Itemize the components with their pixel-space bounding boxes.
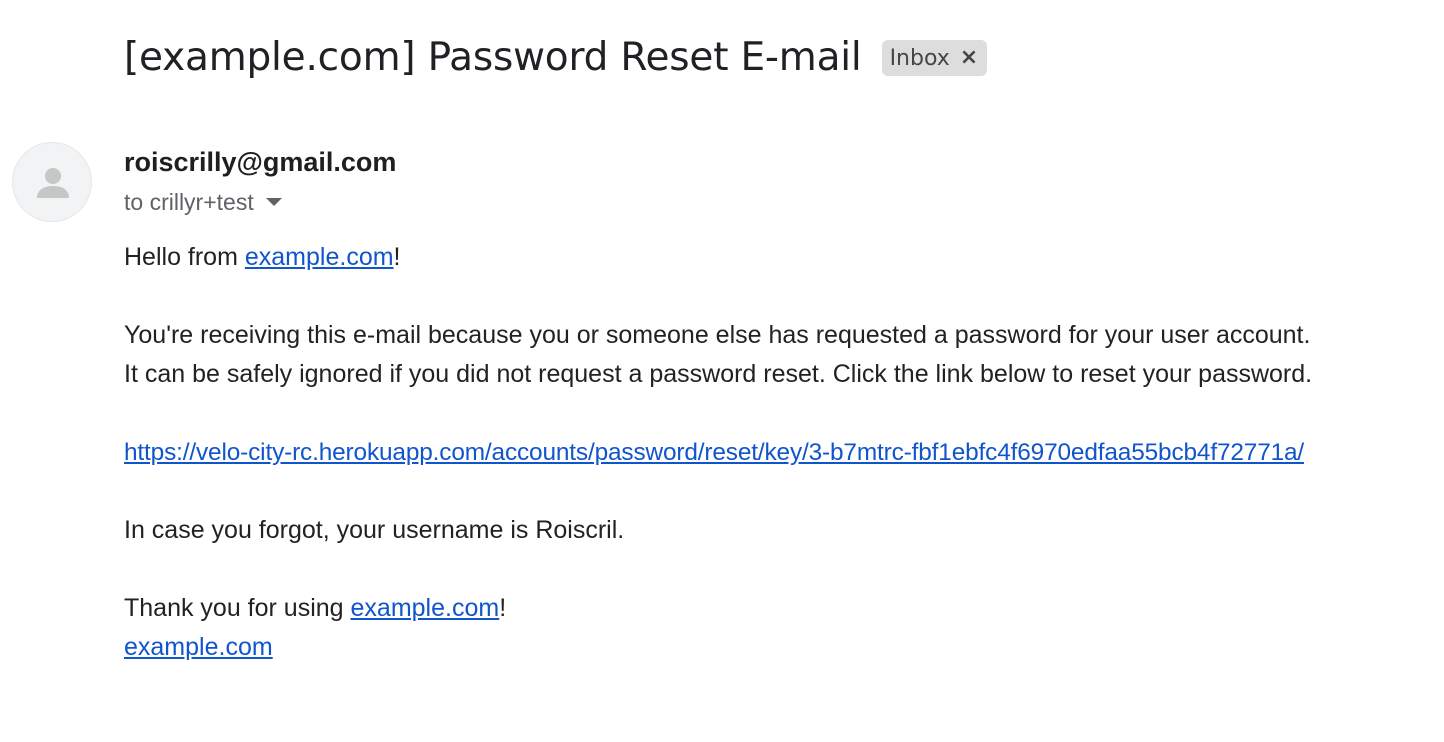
password-reset-link[interactable]: https://velo-city-rc.herokuapp.com/accou… <box>124 439 1304 466</box>
body-paragraph: You're receiving this e-mail because you… <box>124 316 1312 394</box>
email-subject: [example.com] Password Reset E-mail <box>124 35 862 80</box>
inbox-label-text: Inbox <box>889 45 950 71</box>
close-icon[interactable]: × <box>960 47 978 69</box>
chevron-down-icon[interactable] <box>265 198 282 206</box>
username-line: In case you forgot, your username is Roi… <box>124 516 625 544</box>
thanks-link[interactable]: example.com <box>351 594 500 622</box>
greeting-link[interactable]: example.com <box>245 243 394 271</box>
greeting-prefix: Hello from <box>124 243 245 271</box>
recipient-line: to crillyr+test <box>124 186 282 218</box>
thanks-line: Thank you for using example.com! <box>124 589 506 628</box>
recipient-text: to crillyr+test <box>124 189 254 215</box>
signature-line: example.com <box>124 628 506 667</box>
thanks-prefix: Thank you for using <box>124 594 351 622</box>
sender-email[interactable]: roiscrilly@gmail.com <box>124 144 396 180</box>
subject-row: [example.com] Password Reset E-mail Inbo… <box>124 30 988 86</box>
sender-avatar[interactable] <box>12 142 92 222</box>
body-line-1: You're receiving this e-mail because you… <box>124 321 1311 349</box>
closing-block: Thank you for using example.com! example… <box>124 589 506 667</box>
greeting-suffix: ! <box>393 243 401 271</box>
inbox-label-chip[interactable]: Inbox × <box>881 40 988 76</box>
signature-link[interactable]: example.com <box>124 633 273 661</box>
person-icon <box>37 168 69 198</box>
greeting-line: Hello from example.com! <box>124 238 401 277</box>
thanks-suffix: ! <box>499 594 507 622</box>
body-line-2: It can be safely ignored if you did not … <box>124 360 1313 388</box>
reset-link-line: https://velo-city-rc.herokuapp.com/accou… <box>124 433 1304 472</box>
